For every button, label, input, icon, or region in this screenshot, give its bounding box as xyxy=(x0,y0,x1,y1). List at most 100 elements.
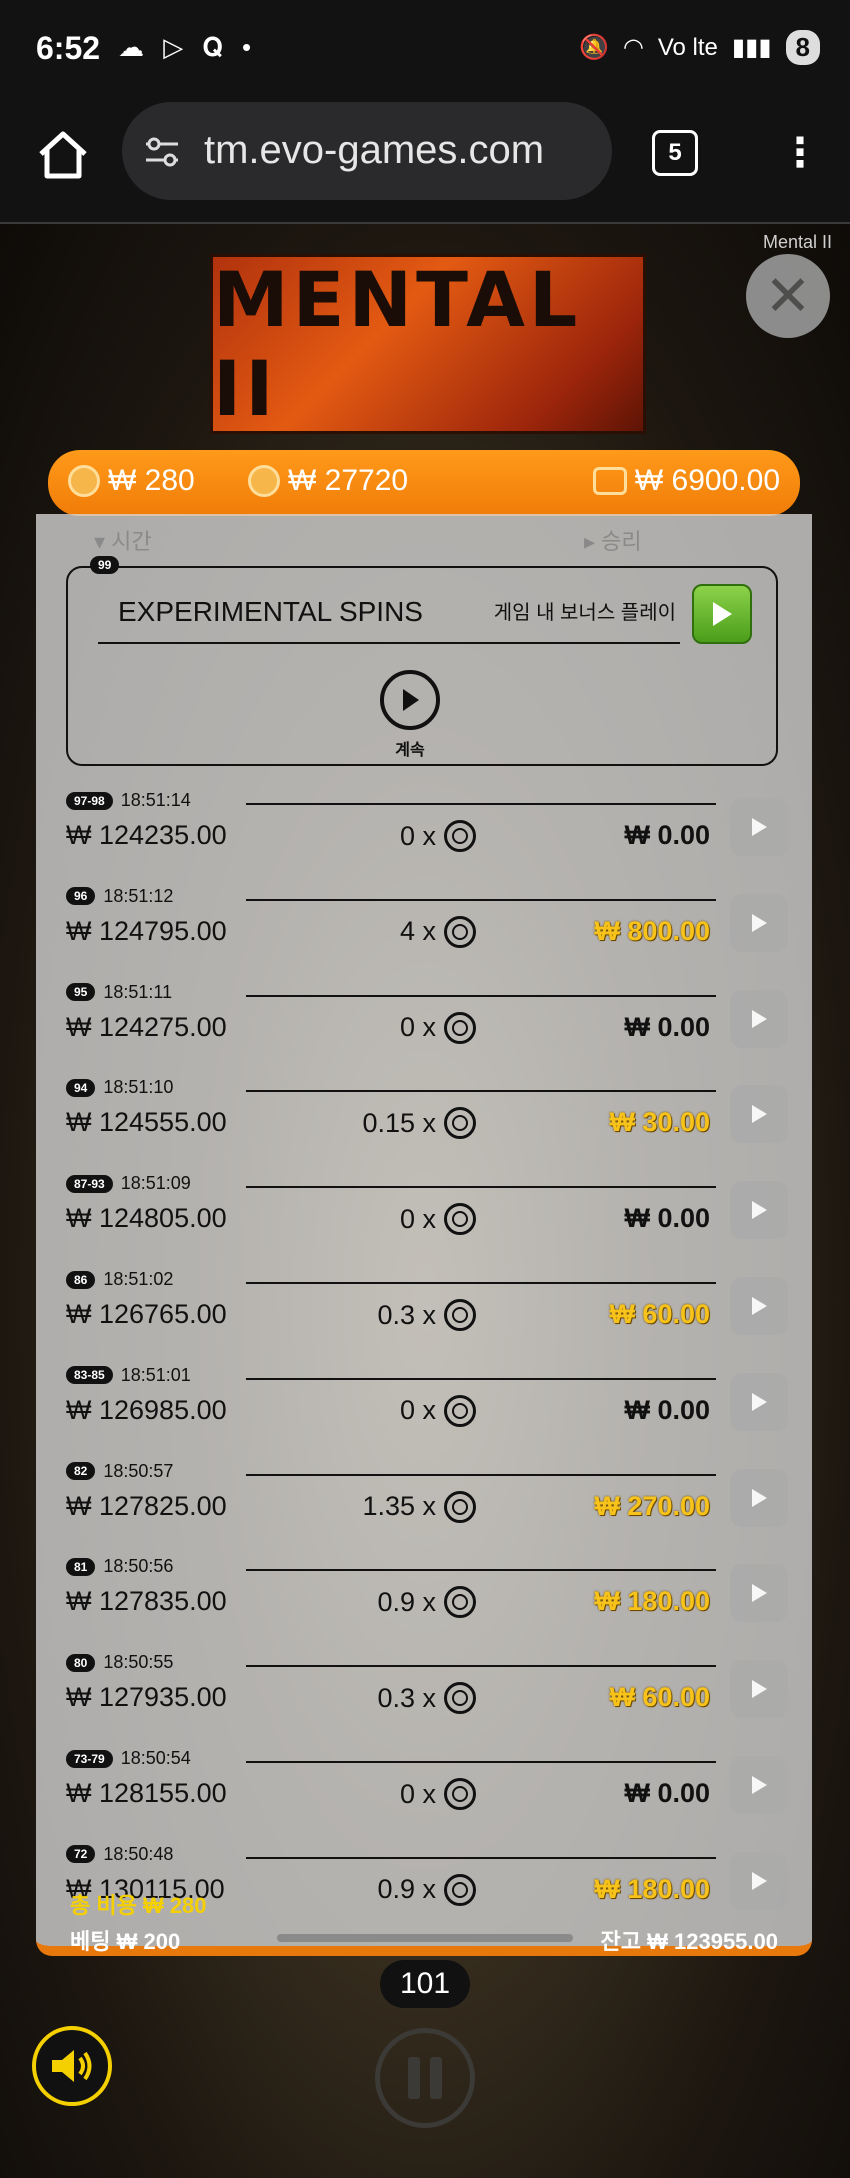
bonus-card: 99 EXPERIMENTAL SPINS 게임 내 보너스 플레이 계속 xyxy=(66,556,778,766)
battery-indicator: 8 xyxy=(785,30,820,65)
replay-button[interactable] xyxy=(730,1468,788,1527)
replay-button[interactable] xyxy=(730,1181,788,1240)
game-name-label: Mental II xyxy=(762,232,832,252)
replay-button[interactable] xyxy=(730,1564,788,1623)
row-multiplier: 0.9 x xyxy=(266,1873,476,1906)
replay-button[interactable] xyxy=(730,1277,788,1335)
replay-button[interactable] xyxy=(730,798,788,856)
row-win: ₩ 270.00 xyxy=(594,1490,710,1521)
row-win: ₩ 800.00 xyxy=(594,915,710,946)
multiplier-value: 1.35 x xyxy=(362,1491,436,1522)
row-header: 73-79 18:50:54 xyxy=(66,1748,191,1769)
replay-button[interactable] xyxy=(730,1851,788,1910)
history-row: 73-79 18:50:54 ₩ 128155.00 0 x ₩ 0.00 xyxy=(66,1748,808,1843)
row-balance: ₩ 124795.00 xyxy=(66,915,227,946)
row-header: 95 18:51:11 xyxy=(66,982,172,1003)
total-cost: 총 비용 ₩ 280 xyxy=(70,1893,207,1918)
gesture-bar[interactable] xyxy=(277,1934,573,1942)
balance-bar: ₩ 280 ₩ 27720 ₩ 6900.00 xyxy=(48,450,800,516)
play-icon xyxy=(403,689,419,711)
coin-icon xyxy=(444,1778,476,1810)
replay-button[interactable] xyxy=(730,1085,788,1144)
row-balance: ₩ 124555.00 xyxy=(66,1107,227,1138)
row-time: 18:51:11 xyxy=(103,981,173,1002)
round-badge: 96 xyxy=(66,887,96,906)
replay-button[interactable] xyxy=(730,1660,788,1719)
wallet-icon xyxy=(592,467,627,495)
multiplier-value: 0 x xyxy=(399,820,436,851)
row-multiplier: 0 x xyxy=(266,1011,476,1044)
coin-icon xyxy=(444,1490,476,1523)
coin-icon xyxy=(68,465,100,497)
address-bar[interactable]: tm.evo-games.com xyxy=(122,102,612,200)
signal-icon: ▮▮▮ xyxy=(731,34,772,61)
divider xyxy=(98,642,680,644)
bonus-play-button[interactable] xyxy=(692,584,752,644)
replay-button[interactable] xyxy=(730,989,788,1048)
row-time: 18:50:55 xyxy=(103,1652,174,1673)
balance-value: 잔고 ₩ 123955.00 xyxy=(600,1929,778,1954)
coin-icon xyxy=(444,915,476,948)
round-badge: 82 xyxy=(66,1462,96,1481)
round-badge: 94 xyxy=(66,1078,96,1097)
divider xyxy=(246,1569,716,1572)
row-balance: ₩ 124235.00 xyxy=(66,820,227,850)
round-badge: 83-85 xyxy=(66,1366,113,1385)
multiplier-value: 0 x xyxy=(399,1395,436,1426)
close-history-button[interactable]: ✕ xyxy=(746,254,830,338)
play-icon xyxy=(752,1105,767,1124)
row-win: ₩ 0.00 xyxy=(624,1394,710,1425)
max-win-display: ₩ 27720 xyxy=(248,464,408,498)
round-badge: 72 xyxy=(66,1845,96,1864)
multiplier-value: 0.15 x xyxy=(362,1107,436,1138)
coin-icon xyxy=(444,1682,476,1715)
status-time: 6:52 xyxy=(36,30,101,66)
play-icon xyxy=(752,1776,767,1794)
pause-button[interactable] xyxy=(375,2028,475,2128)
sort-by-time[interactable]: ▾ 시간 xyxy=(94,524,152,556)
divider xyxy=(246,1186,716,1189)
row-multiplier: 1.35 x xyxy=(266,1490,476,1523)
tab-switcher-button[interactable]: 5 xyxy=(652,130,698,176)
row-balance: ₩ 126985.00 xyxy=(66,1394,227,1425)
play-icon xyxy=(752,913,767,932)
sort-by-win[interactable]: ▸ 승리 xyxy=(584,524,642,556)
divider xyxy=(246,1761,716,1763)
replay-button[interactable] xyxy=(730,1756,788,1814)
replay-button[interactable] xyxy=(730,893,788,952)
multiplier-value: 0.3 x xyxy=(377,1299,436,1330)
replay-button[interactable] xyxy=(730,1372,788,1431)
row-header: 80 18:50:55 xyxy=(66,1652,173,1673)
sound-toggle-button[interactable] xyxy=(32,2026,112,2106)
multiplier-value: 4 x xyxy=(399,916,436,947)
row-balance: ₩ 126765.00 xyxy=(66,1299,227,1329)
row-win: ₩ 180.00 xyxy=(594,1586,710,1617)
row-multiplier: 0 x xyxy=(266,1203,476,1236)
row-balance: ₩ 127835.00 xyxy=(66,1586,227,1617)
continue-button[interactable] xyxy=(380,670,440,730)
home-icon[interactable] xyxy=(36,128,90,182)
history-panel[interactable]: ▾ 시간 ▸ 승리 99 EXPERIMENTAL SPINS 게임 내 보너스… xyxy=(36,514,812,1956)
row-time: 18:51:02 xyxy=(103,1269,174,1289)
row-header: 83-85 18:51:01 xyxy=(66,1365,191,1386)
round-badge: 99 xyxy=(90,556,120,574)
history-row: 95 18:51:11 ₩ 124275.00 0 x ₩ 0.00 xyxy=(66,982,808,1077)
play-icon xyxy=(752,1584,767,1603)
logo-text: MENTAL II xyxy=(213,255,582,433)
divider xyxy=(246,1856,716,1859)
coin-icon xyxy=(444,1394,476,1427)
row-multiplier: 4 x xyxy=(266,915,476,948)
row-balance: ₩ 128155.00 xyxy=(66,1778,227,1808)
divider xyxy=(246,1090,716,1093)
row-header: 94 18:51:10 xyxy=(66,1077,173,1098)
divider xyxy=(246,803,716,805)
row-balance: ₩ 127935.00 xyxy=(66,1682,227,1713)
round-badge: 97-98 xyxy=(66,791,113,810)
site-settings-icon[interactable] xyxy=(142,132,182,172)
row-win: ₩ 0.00 xyxy=(624,820,710,850)
url-text[interactable]: tm.evo-games.com xyxy=(204,128,544,173)
coin-icon xyxy=(444,1203,476,1236)
row-win: ₩ 180.00 xyxy=(594,1873,710,1904)
browser-menu-icon[interactable]: ⋮ xyxy=(780,128,820,178)
coin-icon xyxy=(248,465,280,497)
